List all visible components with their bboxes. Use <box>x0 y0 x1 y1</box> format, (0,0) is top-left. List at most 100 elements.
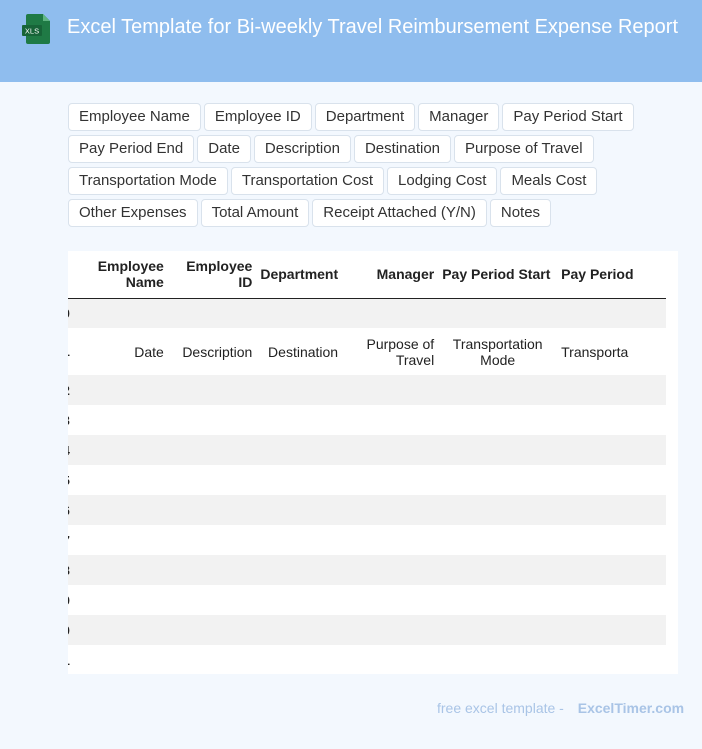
table-cell[interactable] <box>350 585 438 615</box>
table-cell[interactable] <box>70 525 168 555</box>
column-tag[interactable]: Pay Period End <box>68 135 195 163</box>
table-cell[interactable]: Manager <box>350 251 438 298</box>
table-cell[interactable]: Destination <box>256 328 349 375</box>
table-cell[interactable] <box>350 615 438 645</box>
column-tag[interactable]: Purpose of Travel <box>454 135 594 163</box>
footer: free excel template - ExcelTimer.com <box>437 700 684 716</box>
footer-brand-link[interactable]: ExcelTimer.com <box>578 700 684 716</box>
column-tag-list: Employee Name Employee ID Department Manage… <box>68 103 638 227</box>
table-cell[interactable] <box>168 495 257 525</box>
table-cell[interactable] <box>256 645 349 674</box>
table-cell[interactable]: Description <box>168 328 257 375</box>
column-tag[interactable]: Total Amount <box>200 199 310 227</box>
table-cell[interactable] <box>256 375 349 405</box>
table-cell[interactable] <box>70 615 168 645</box>
table-cell[interactable] <box>438 298 557 328</box>
table-cell[interactable] <box>70 495 168 525</box>
table-cell[interactable]: Purpose of Travel <box>350 328 438 375</box>
table-cell[interactable] <box>557 555 666 585</box>
table-cell[interactable] <box>168 375 257 405</box>
column-tag[interactable]: Lodging Cost <box>387 167 498 195</box>
table-cell[interactable] <box>557 298 666 328</box>
table-cell[interactable] <box>70 405 168 435</box>
table-cell[interactable] <box>168 585 257 615</box>
table-cell[interactable] <box>557 525 666 555</box>
table-cell[interactable] <box>438 645 557 674</box>
table-cell[interactable] <box>438 495 557 525</box>
table-cell[interactable] <box>256 435 349 465</box>
table-cell[interactable] <box>70 465 168 495</box>
table-cell[interactable] <box>256 405 349 435</box>
table-cell[interactable]: Pay Period Start <box>438 251 557 298</box>
table-cell[interactable] <box>557 495 666 525</box>
table-cell[interactable] <box>70 555 168 585</box>
column-tag[interactable]: Transportation Cost <box>230 167 385 195</box>
table-cell[interactable] <box>350 495 438 525</box>
column-tag[interactable]: Employee ID <box>203 103 312 131</box>
table-cell[interactable] <box>168 555 257 585</box>
table-cell[interactable] <box>350 435 438 465</box>
table-cell[interactable]: Employee Name <box>70 251 168 298</box>
table-cell[interactable] <box>438 465 557 495</box>
table-cell[interactable] <box>350 645 438 674</box>
table-cell[interactable] <box>168 405 257 435</box>
table-cell[interactable]: Transportation Mode <box>438 328 557 375</box>
table-cell[interactable] <box>438 375 557 405</box>
table-cell[interactable] <box>256 298 349 328</box>
table-cell[interactable] <box>256 585 349 615</box>
table-cell[interactable] <box>438 555 557 585</box>
table-cell[interactable] <box>557 405 666 435</box>
table-cell[interactable] <box>168 435 257 465</box>
table-cell[interactable] <box>438 585 557 615</box>
column-tag[interactable]: Manager <box>418 103 500 131</box>
table-cell[interactable] <box>557 465 666 495</box>
table-cell[interactable] <box>557 645 666 674</box>
column-tag[interactable]: Transportation Mode <box>68 167 228 195</box>
column-tag[interactable]: Description <box>253 135 351 163</box>
table-cell[interactable]: Department <box>256 251 349 298</box>
table-cell[interactable] <box>350 405 438 435</box>
table-cell[interactable] <box>168 645 257 674</box>
table-cell[interactable] <box>350 465 438 495</box>
table-cell[interactable]: Date <box>70 328 168 375</box>
table-cell[interactable] <box>70 435 168 465</box>
table-cell[interactable]: Employee ID <box>168 251 257 298</box>
table-cell[interactable] <box>438 615 557 645</box>
column-tag[interactable]: Date <box>197 135 251 163</box>
table-cell[interactable] <box>350 375 438 405</box>
table-cell[interactable] <box>256 495 349 525</box>
table-cell[interactable] <box>557 435 666 465</box>
table-cell[interactable] <box>438 435 557 465</box>
column-tag[interactable]: Destination <box>353 135 451 163</box>
table-cell[interactable] <box>70 645 168 674</box>
table-cell[interactable] <box>168 465 257 495</box>
table-cell[interactable] <box>557 375 666 405</box>
table-cell[interactable] <box>438 405 557 435</box>
table-cell[interactable] <box>70 585 168 615</box>
table-cell[interactable] <box>350 555 438 585</box>
table-cell[interactable] <box>168 525 257 555</box>
column-tag[interactable]: Employee Name <box>68 103 201 131</box>
table-cell[interactable] <box>70 375 168 405</box>
table-cell[interactable] <box>256 465 349 495</box>
table-cell[interactable] <box>168 298 257 328</box>
table-cell[interactable] <box>557 615 666 645</box>
table-cell[interactable] <box>256 555 349 585</box>
column-tag[interactable]: Receipt Attached (Y/N) <box>312 199 487 227</box>
column-tag[interactable]: Department <box>314 103 416 131</box>
table-cell[interactable] <box>168 615 257 645</box>
column-tag[interactable]: Other Expenses <box>68 199 198 227</box>
table-cell[interactable] <box>350 298 438 328</box>
table-cell[interactable] <box>256 615 349 645</box>
table-cell[interactable]: Pay Period <box>557 251 666 298</box>
table-cell[interactable] <box>350 525 438 555</box>
table-cell[interactable] <box>256 525 349 555</box>
column-tag[interactable]: Pay Period Start <box>502 103 634 131</box>
table-row: 0 <box>68 298 666 328</box>
column-tag[interactable]: Meals Cost <box>500 167 598 195</box>
column-tag[interactable]: Notes <box>489 199 552 227</box>
table-cell[interactable] <box>438 525 557 555</box>
table-cell[interactable] <box>70 298 168 328</box>
table-cell[interactable]: Transporta <box>557 328 666 375</box>
table-cell[interactable] <box>557 585 666 615</box>
